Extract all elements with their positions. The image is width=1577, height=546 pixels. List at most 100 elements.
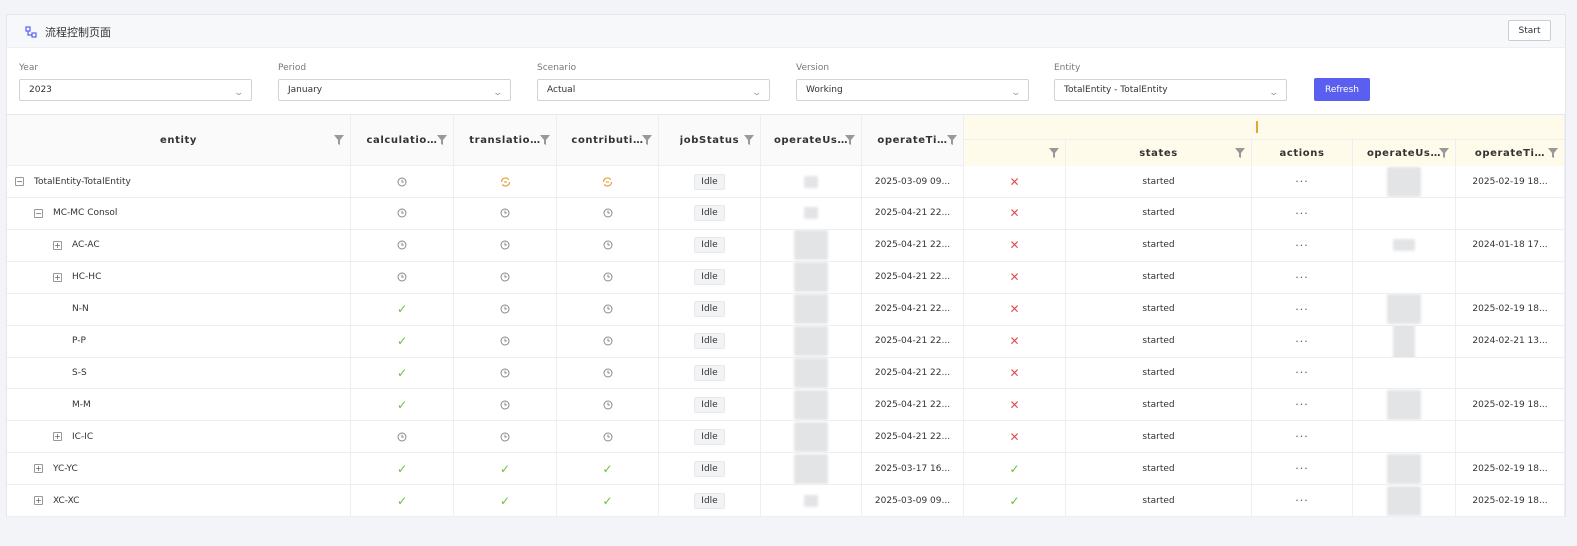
cell-flag: ✕ — [964, 166, 1066, 197]
more-actions-icon[interactable]: ··· — [1295, 366, 1309, 379]
col-calculation[interactable]: calculatio… — [351, 115, 454, 165]
expand-icon[interactable]: + — [53, 240, 62, 250]
more-actions-icon[interactable]: ··· — [1295, 303, 1309, 316]
cell-actions: ··· — [1252, 197, 1353, 229]
expand-icon[interactable]: + — [53, 272, 62, 282]
select-value: January — [288, 85, 323, 95]
cell-actions: ··· — [1252, 229, 1353, 261]
filter-icon[interactable] — [947, 135, 957, 145]
pending-clock-icon — [500, 400, 510, 410]
cell-calc: ✓ — [351, 389, 454, 421]
select-value: 2023 — [29, 85, 52, 95]
more-actions-icon[interactable]: ··· — [1295, 207, 1309, 220]
redacted-user — [804, 175, 818, 188]
cell-contrib — [557, 421, 659, 453]
cell-states: started — [1066, 166, 1252, 197]
table-row[interactable]: + IC-IC Idle 2025-04-21 22... ✕ started ··· — [7, 421, 1565, 454]
expand-icon[interactable]: + — [53, 432, 62, 442]
filter-icon[interactable] — [1049, 148, 1059, 158]
time-text: 2025-03-17 16... — [874, 463, 951, 474]
more-actions-icon[interactable]: ··· — [1295, 398, 1309, 411]
expand-icon[interactable]: + — [34, 464, 43, 474]
collapse-icon[interactable]: − — [34, 208, 43, 218]
expand-icon[interactable]: + — [34, 496, 43, 505]
cell-entity: − TotalEntity-TotalEntity — [7, 166, 351, 197]
more-actions-icon[interactable]: ··· — [1295, 462, 1309, 475]
col-jobstatus[interactable]: jobStatus — [659, 115, 761, 165]
check-icon: ✓ — [396, 397, 408, 412]
filter-icon[interactable] — [1235, 148, 1245, 158]
pending-clock-icon — [500, 432, 510, 442]
col-operate-time[interactable]: operateTi… — [862, 115, 964, 165]
cell-trans — [454, 389, 557, 421]
state-text: started — [1142, 495, 1175, 506]
table-row[interactable]: S-S ✓ Idle 2025-04-21 22... ✕ started ··· — [7, 357, 1565, 390]
col-flag[interactable] — [964, 140, 1066, 166]
state-text: started — [1142, 272, 1175, 283]
status-badge: Idle — [694, 364, 725, 381]
filter-icon[interactable] — [642, 135, 652, 145]
year-select[interactable]: 2023 ⌄ — [19, 79, 252, 101]
collapse-icon[interactable]: − — [15, 177, 24, 186]
cell-time2 — [1456, 261, 1565, 293]
filter-icon[interactable] — [1439, 148, 1449, 158]
more-actions-icon[interactable]: ··· — [1295, 239, 1309, 252]
col-translation[interactable]: translatio… — [454, 115, 557, 165]
more-actions-icon[interactable]: ··· — [1295, 175, 1309, 188]
cell-trans — [454, 197, 557, 229]
pending-clock-icon — [603, 432, 613, 442]
pending-clock-icon — [500, 304, 510, 314]
cell-entity: + HC-HC — [7, 261, 351, 293]
cell-user2 — [1353, 325, 1456, 357]
filter-icon[interactable] — [744, 135, 754, 145]
col-operate-user-2[interactable]: operateUs… — [1353, 140, 1456, 166]
filter-icon[interactable] — [1548, 148, 1558, 158]
more-actions-icon[interactable]: ··· — [1295, 430, 1309, 443]
state-text: started — [1142, 367, 1175, 378]
cell-calc: ✓ — [351, 453, 454, 485]
col-contribution[interactable]: contributi… — [557, 115, 659, 165]
cell-actions: ··· — [1252, 261, 1353, 293]
cross-icon: ✕ — [1009, 365, 1020, 380]
period-select[interactable]: January ⌄ — [278, 79, 511, 101]
cell-user — [761, 485, 862, 516]
filter-label: Entity — [1054, 63, 1081, 73]
col-operate-user[interactable]: operateUs… — [761, 115, 862, 165]
filter-icon[interactable] — [845, 135, 855, 145]
time-text: 2025-03-09 09... — [874, 176, 951, 187]
table-row[interactable]: − MC-MC Consol Idle 2025-04-21 22... ✕ starte… — [7, 197, 1565, 230]
refresh-button[interactable]: Refresh — [1314, 78, 1370, 101]
table-row[interactable]: + YC-YC ✓ ✓ ✓ Idle 2025-03-17 16... ✓ started ···… — [7, 453, 1565, 486]
start-button[interactable]: Start — [1508, 20, 1551, 41]
time-text: 2025-04-21 22... — [874, 272, 951, 283]
state-text: started — [1142, 304, 1175, 315]
redacted-user — [794, 294, 828, 325]
time-text: 2025-04-21 22... — [874, 336, 951, 346]
col-states[interactable]: states — [1066, 140, 1252, 166]
cell-calc — [351, 421, 454, 453]
table-row[interactable]: M-M ✓ Idle 2025-04-21 22... ✕ started ··· 2025-… — [7, 389, 1565, 422]
col-entity[interactable]: entity — [7, 115, 351, 165]
cell-states: started — [1066, 389, 1252, 421]
table-row[interactable]: + AC-AC Idle 2025-04-21 22... ✕ started ··· 202… — [7, 229, 1565, 262]
more-actions-icon[interactable]: ··· — [1295, 494, 1309, 507]
table-row[interactable]: P-P ✓ Idle 2025-04-21 22... ✕ started ··· 2024-… — [7, 325, 1565, 358]
version-select[interactable]: Working ⌄ — [796, 79, 1029, 101]
scenario-select[interactable]: Actual ⌄ — [537, 79, 770, 101]
col-operate-time-2[interactable]: operateTi… — [1456, 140, 1565, 166]
more-actions-icon[interactable]: ··· — [1295, 271, 1309, 284]
cell-flag: ✕ — [964, 261, 1066, 293]
pending-clock-icon — [397, 240, 407, 250]
filter-icon[interactable] — [540, 135, 550, 145]
entity-select[interactable]: TotalEntity - TotalEntity ⌄ — [1054, 79, 1287, 101]
redacted-user — [794, 262, 828, 293]
table-row[interactable]: + XC-XC ✓ ✓ ✓ Idle 2025-03-09 09... ✓ started ···… — [7, 485, 1565, 517]
more-actions-icon[interactable]: ··· — [1295, 335, 1309, 348]
filter-icon[interactable] — [334, 135, 344, 145]
cell-contrib — [557, 229, 659, 261]
cell-flag: ✕ — [964, 229, 1066, 261]
table-row[interactable]: N-N ✓ Idle 2025-04-21 22... ✕ started ··· 2025-… — [7, 293, 1565, 326]
filter-icon[interactable] — [437, 135, 447, 145]
table-row[interactable]: − TotalEntity-TotalEntity Idle 2025-03-09 0… — [7, 166, 1565, 198]
table-row[interactable]: + HC-HC Idle 2025-04-21 22... ✕ started ··· — [7, 261, 1565, 294]
